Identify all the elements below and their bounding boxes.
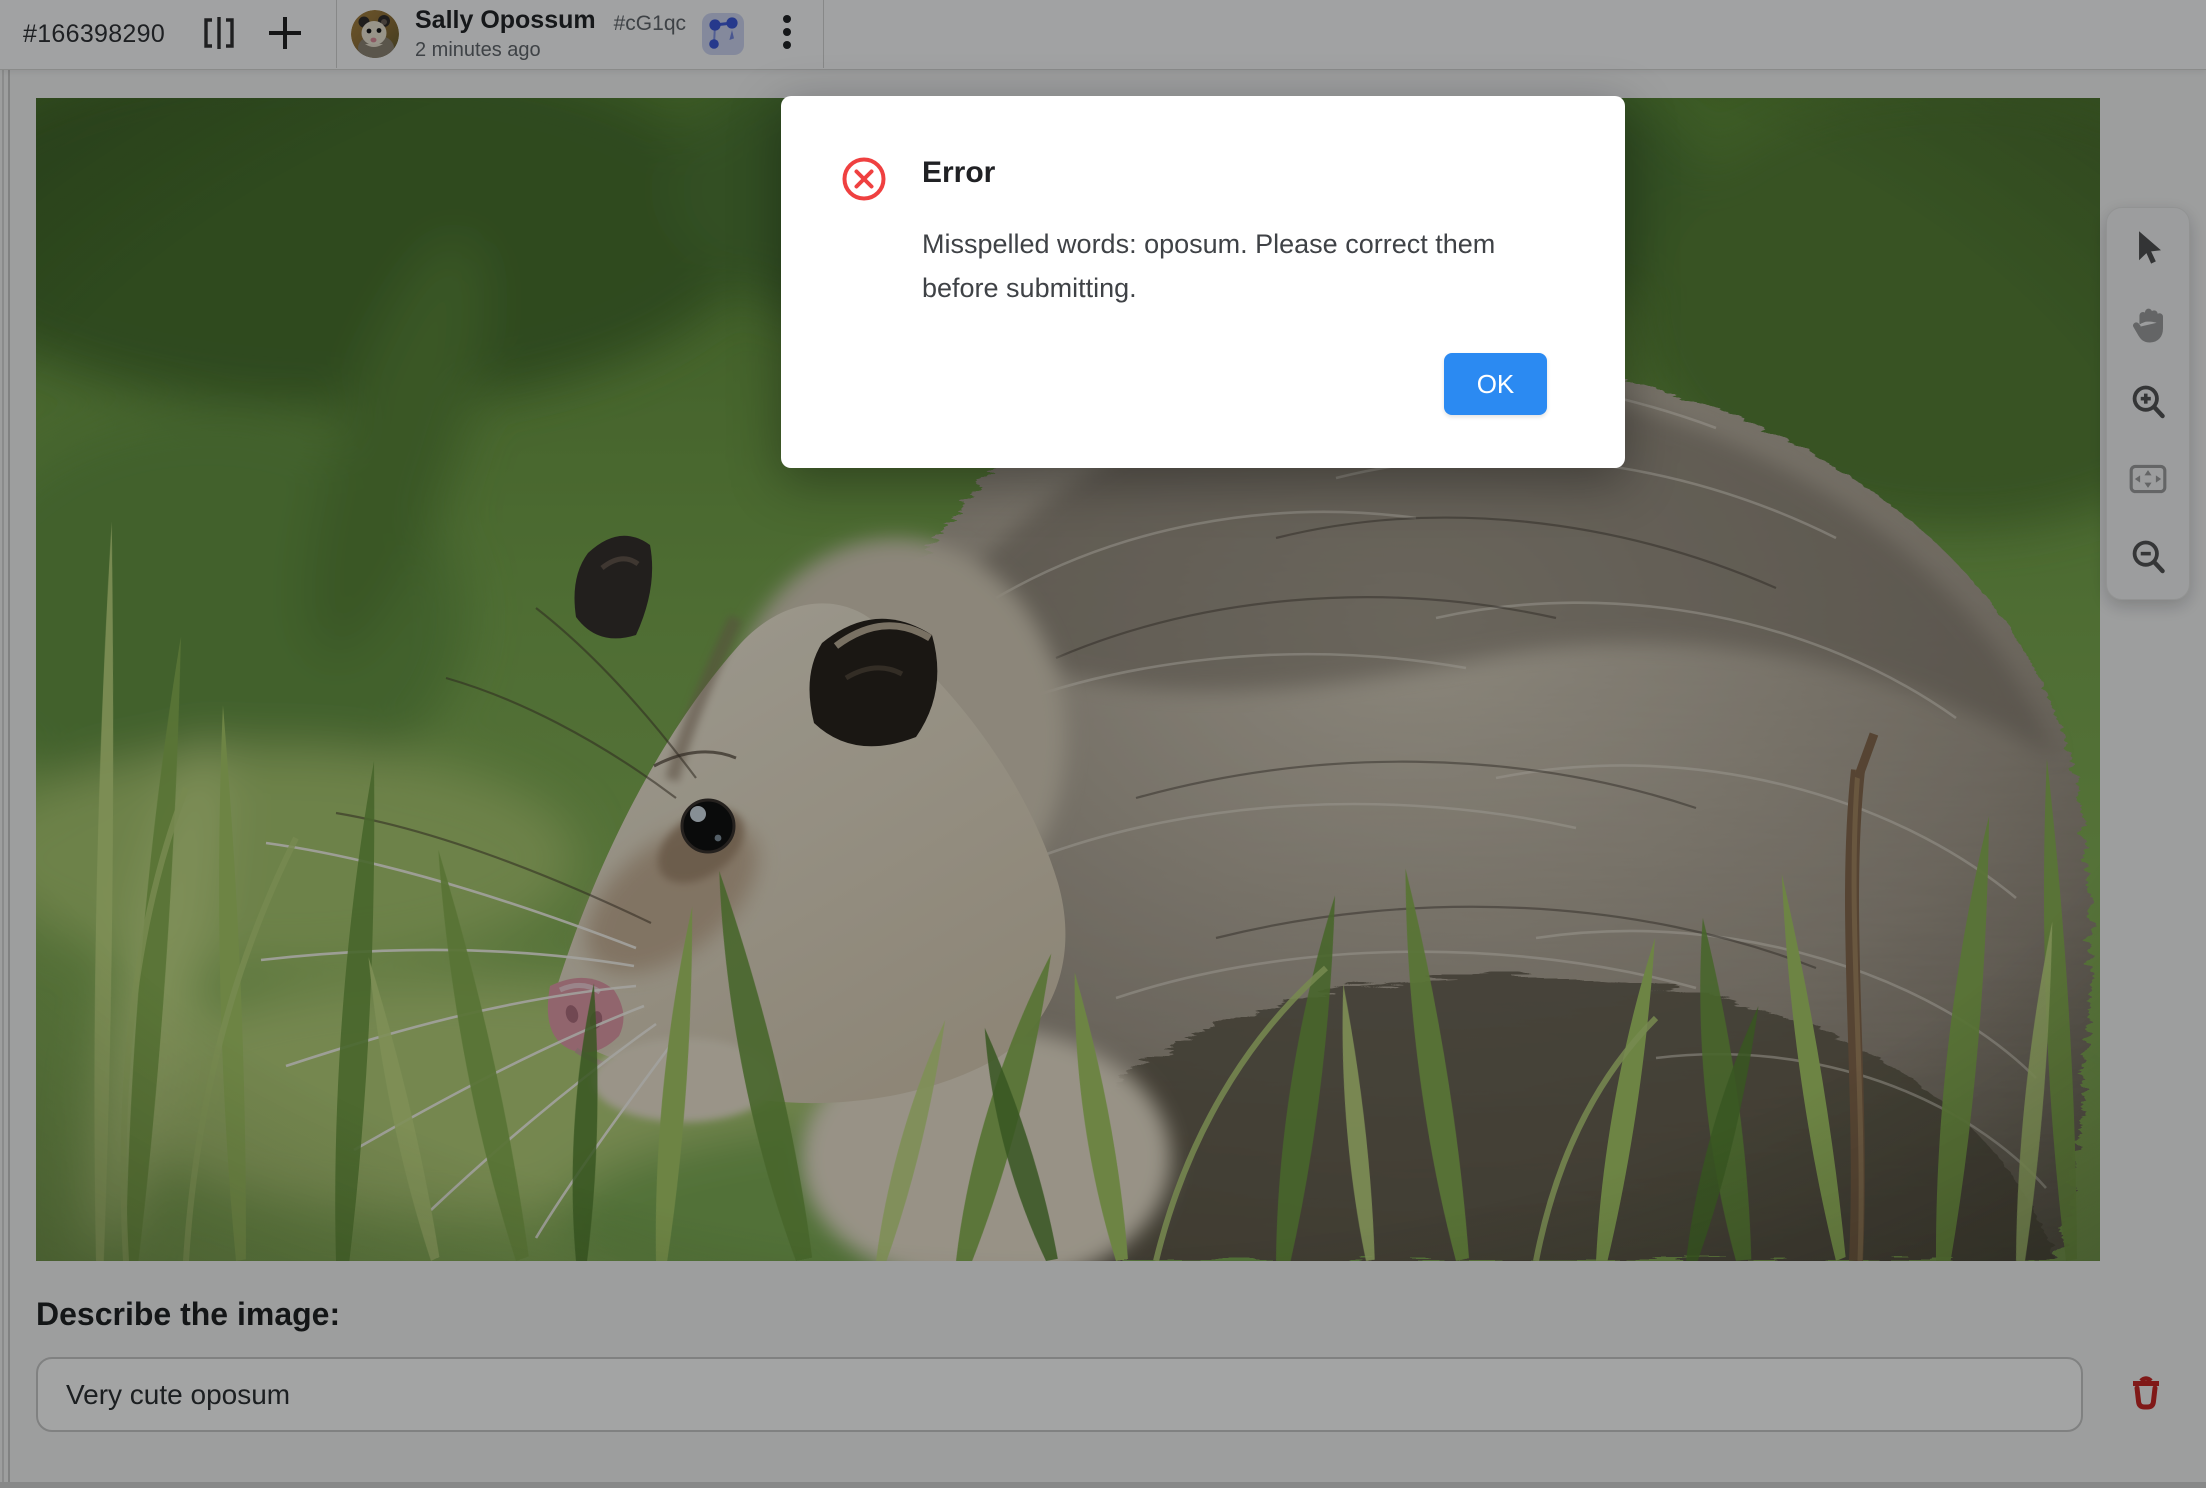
error-dialog: Error Misspelled words: oposum. Please c… <box>781 96 1625 468</box>
ok-button[interactable]: OK <box>1444 353 1547 415</box>
error-circle-x-icon <box>841 156 887 202</box>
dialog-title: Error <box>922 156 995 190</box>
dialog-message: Misspelled words: oposum. Please correct… <box>922 222 1522 310</box>
